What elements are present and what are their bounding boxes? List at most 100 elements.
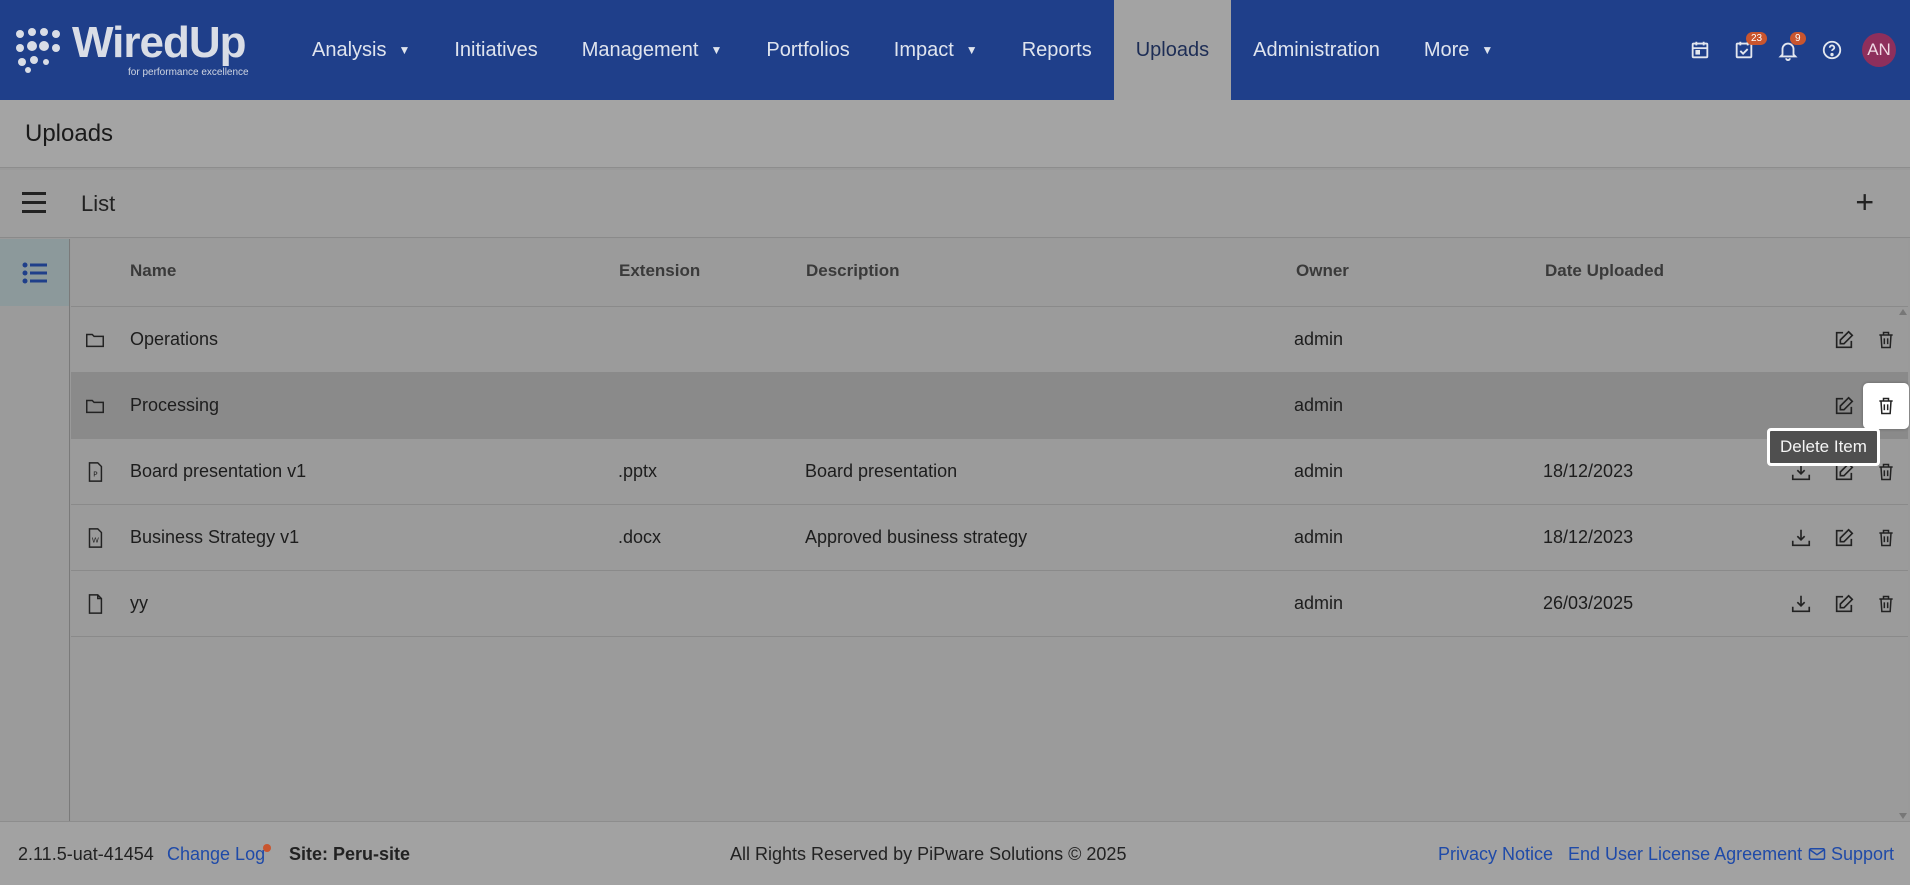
row-date: 18/12/2023 [1543, 461, 1634, 481]
list-view-icon[interactable] [0, 239, 69, 306]
caret-down-icon: ▼ [1481, 43, 1494, 57]
delete-icon[interactable] [1872, 524, 1900, 552]
bell-icon[interactable]: 9 [1766, 28, 1810, 72]
nav-label: Portfolios [766, 38, 850, 61]
caret-down-icon: ▼ [710, 43, 723, 57]
list-title: List [81, 191, 116, 216]
nav-label: Initiatives [454, 38, 538, 61]
nav-more[interactable]: More ▼ [1402, 0, 1515, 100]
row-owner: admin [1294, 329, 1344, 349]
col-description[interactable]: Description [806, 261, 900, 281]
footer: 2.11.5-uat-41454 Change Log Site: Peru-s… [0, 821, 1910, 885]
help-icon[interactable] [1810, 28, 1854, 72]
row-extension: .docx [618, 527, 662, 547]
col-extension[interactable]: Extension [619, 261, 700, 281]
edit-icon[interactable] [1830, 392, 1858, 420]
col-owner[interactable]: Owner [1296, 261, 1349, 281]
row-date: 18/12/2023 [1543, 527, 1634, 547]
nav-management[interactable]: Management ▼ [560, 0, 745, 100]
delete-icon[interactable] [1872, 326, 1900, 354]
nav-analysis[interactable]: Analysis ▼ [290, 0, 432, 100]
brand-name: WiredUp [72, 18, 246, 67]
site-text: Site: Peru-site [289, 844, 411, 864]
menu-icon[interactable] [22, 192, 46, 214]
copyright-text: All Rights Reserved by PiPware Solutions… [730, 844, 1127, 864]
table-row[interactable]: W Business Strategy v1 .docx Approved bu… [71, 505, 1908, 571]
row-owner: admin [1294, 527, 1344, 547]
support-label: Support [1831, 844, 1895, 864]
pptx-file-icon: P [88, 462, 103, 482]
add-icon[interactable]: + [1855, 184, 1874, 221]
scrollbar[interactable] [1898, 307, 1908, 821]
top-navbar: WiredUp for performance excellence Analy… [0, 0, 1910, 100]
change-log-dot [263, 844, 271, 852]
main-nav: Analysis ▼ Initiatives Management ▼ Portfo… [290, 0, 1515, 100]
folder-icon [86, 333, 104, 348]
row-owner: admin [1294, 395, 1344, 415]
nav-label: Management [581, 38, 699, 61]
eula-link[interactable]: End User License Agreement [1568, 844, 1802, 865]
page-header: Uploads [0, 100, 1910, 168]
support-link[interactable]: Support [1808, 844, 1894, 865]
nav-label: Impact [893, 38, 954, 61]
delete-tooltip: Delete Item [1767, 428, 1880, 466]
row-name: Business Strategy v1 [130, 527, 300, 547]
nav-initiatives[interactable]: Initiatives [432, 0, 559, 100]
row-description: Board presentation [805, 461, 958, 481]
page-title: Uploads [25, 120, 114, 147]
tasks-check-icon[interactable]: 23 [1722, 28, 1768, 72]
calendar-icon[interactable] [1678, 28, 1722, 72]
wiredup-logo[interactable]: WiredUp for performance excellence [14, 18, 274, 82]
row-name: yy [130, 593, 148, 613]
nav-reports[interactable]: Reports [1000, 0, 1114, 100]
nav-impact[interactable]: Impact ▼ [872, 0, 1000, 100]
download-icon[interactable] [1787, 590, 1815, 618]
row-description: Approved business strategy [805, 527, 1028, 547]
row-name: Board presentation v1 [130, 461, 307, 481]
row-date: 26/03/2025 [1543, 593, 1634, 613]
tasks-badge: 23 [1746, 32, 1768, 45]
download-icon[interactable] [1787, 524, 1815, 552]
edit-icon[interactable] [1830, 326, 1858, 354]
version-text: 2.11.5-uat-41454 [18, 844, 154, 864]
docx-file-icon: W [88, 528, 103, 548]
file-icon [88, 594, 103, 614]
table-row[interactable]: P Board presentation v1 .pptx Board pres… [71, 439, 1908, 505]
caret-down-icon: ▼ [398, 43, 411, 57]
svg-text:P: P [93, 470, 98, 479]
nav-label: More [1423, 38, 1470, 61]
table-row[interactable]: Operations admin [71, 307, 1908, 373]
caret-down-icon: ▼ [965, 43, 978, 57]
top-icons: 23 9 AN [1678, 0, 1910, 100]
nav-label: Analysis [312, 38, 387, 61]
nav-label: Reports [1021, 38, 1092, 61]
edit-icon[interactable] [1830, 524, 1858, 552]
list-header: List + [0, 170, 1910, 238]
avatar[interactable]: AN [1862, 33, 1896, 67]
row-owner: admin [1294, 593, 1344, 613]
mail-icon [1808, 848, 1826, 860]
nav-uploads[interactable]: Uploads [1113, 0, 1232, 100]
nav-administration[interactable]: Administration [1231, 0, 1402, 100]
side-rail [0, 239, 70, 821]
privacy-link[interactable]: Privacy Notice [1438, 844, 1553, 865]
delete-icon[interactable] [1872, 590, 1900, 618]
col-date-uploaded[interactable]: Date Uploaded [1545, 261, 1664, 281]
row-name: Processing [130, 395, 220, 415]
edit-icon[interactable] [1830, 590, 1858, 618]
nav-portfolios[interactable]: Portfolios [744, 0, 871, 100]
table-row[interactable]: Processing admin [71, 373, 1909, 439]
folder-icon [86, 399, 104, 414]
nav-label: Administration [1253, 38, 1380, 61]
svg-text:W: W [92, 536, 99, 545]
table-header: Name Extension Description Owner Date Up… [71, 239, 1908, 307]
col-name[interactable]: Name [130, 261, 176, 281]
uploads-table: Name Extension Description Owner Date Up… [71, 239, 1909, 821]
change-log-link[interactable]: Change Log [167, 844, 265, 865]
brand-tagline: for performance excellence [128, 67, 249, 78]
row-owner: admin [1294, 461, 1344, 481]
table-row[interactable]: yy admin 26/03/2025 [71, 571, 1908, 637]
row-name: Operations [130, 329, 219, 349]
row-extension: .pptx [618, 461, 658, 481]
nav-label: Uploads [1135, 38, 1210, 61]
